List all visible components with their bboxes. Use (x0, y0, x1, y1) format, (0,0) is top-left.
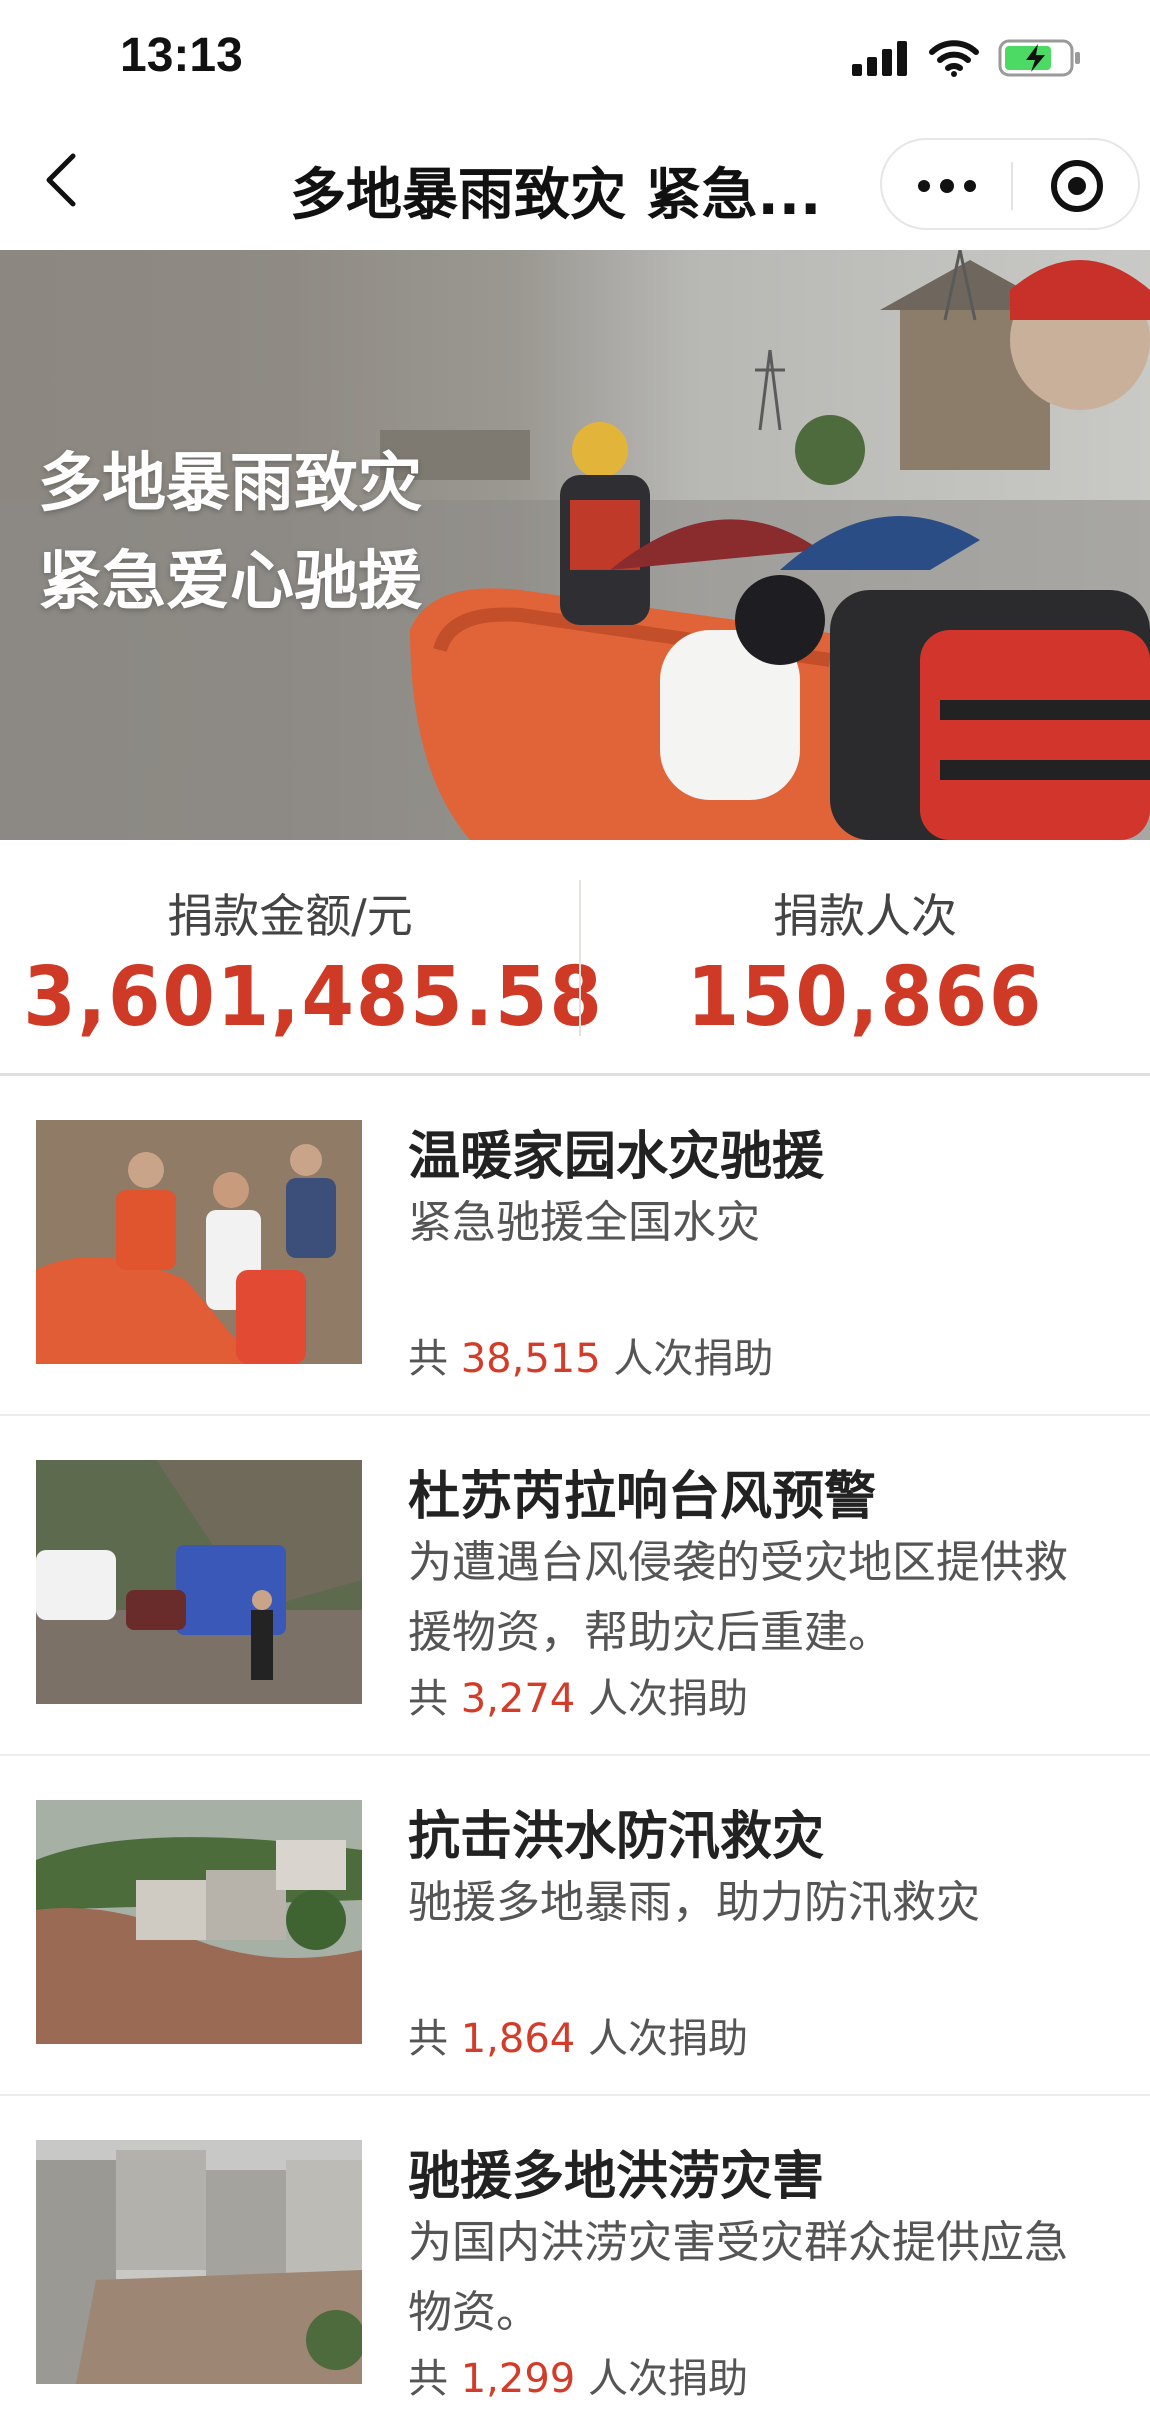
hero-text: 多地暴雨致灾 紧急爱心驰援 (38, 435, 422, 631)
list-item[interactable]: 抗击洪水防汛救灾 驰援多地暴雨，助力防汛救灾 共 1,864 人次捐助 (0, 1756, 1150, 2096)
page-title: 多地暴雨致灾 紧急... (290, 163, 822, 228)
count-suffix: 人次捐助 (587, 2356, 748, 2402)
project-title: 杜苏芮拉响台风预警 (408, 1467, 877, 1527)
donation-stats: 捐款金额/元 3,601,485.58 捐款人次 150,866 (0, 840, 1150, 1076)
project-thumbnail (36, 2140, 362, 2384)
battery-icon (998, 39, 1080, 77)
status-icons (850, 36, 1082, 80)
close-miniprogram-button[interactable] (1012, 140, 1142, 232)
count-prefix: 共 (408, 1336, 448, 1382)
status-bar: 13:13 (0, 0, 1150, 110)
project-description: 为国内洪涝灾害受灾群众提供应急物资。 (408, 2217, 1068, 2338)
hero-banner[interactable]: 多地暴雨致灾 紧急爱心驰援 (0, 250, 1150, 840)
stat-amount-label: 捐款金额/元 (167, 889, 413, 943)
count-prefix: 共 (408, 1676, 448, 1722)
signal-icon (852, 41, 907, 76)
hero-line-1: 多地暴雨致灾 (38, 447, 422, 521)
project-thumbnail (36, 1800, 362, 2044)
list-item[interactable]: 杜苏芮拉响台风预警 为遭遇台风侵袭的受灾地区提供救援物资，帮助灾后重建。 共 3… (0, 1416, 1150, 1756)
project-title: 温暖家园水灾驰援 (408, 1127, 825, 1187)
stat-donors-label: 捐款人次 (773, 889, 957, 943)
back-icon (46, 153, 76, 207)
project-donor-count: 共 3,274 人次捐助 (408, 1666, 748, 1724)
count-suffix: 人次捐助 (587, 1676, 748, 1722)
project-list: 温暖家园水灾驰援 紧急驰援全国水灾 共 38,515 人次捐助 杜苏芮拉响台风预… (0, 1076, 1150, 2420)
count-number: 1,864 (460, 2016, 576, 2062)
list-item[interactable]: 温暖家园水灾驰援 紧急驰援全国水灾 共 38,515 人次捐助 (0, 1076, 1150, 1416)
project-description: 为遭遇台风侵袭的受灾地区提供救援物资，帮助灾后重建。 (408, 1537, 1068, 1658)
count-number: 3,274 (460, 1676, 576, 1722)
count-suffix: 人次捐助 (587, 2016, 748, 2062)
project-donor-count: 共 1,299 人次捐助 (408, 2346, 748, 2404)
status-time: 13:13 (120, 29, 243, 82)
wifi-icon (929, 40, 979, 77)
project-donor-count: 共 38,515 人次捐助 (408, 1326, 773, 1384)
stat-donors-value: 150,866 (686, 950, 1044, 1045)
project-donor-count: 共 1,864 人次捐助 (408, 2006, 748, 2064)
count-number: 1,299 (460, 2356, 576, 2402)
stat-amount-value: 3,601,485.58 (23, 950, 604, 1045)
stat-amount: 捐款金额/元 3,601,485.58 (0, 880, 604, 1045)
project-title: 抗击洪水防汛救灾 (408, 1807, 825, 1867)
miniprogram-capsule (880, 138, 1140, 230)
more-icon (918, 179, 976, 193)
back-button[interactable] (30, 148, 90, 212)
count-prefix: 共 (408, 2356, 448, 2402)
target-icon (1051, 160, 1103, 212)
count-prefix: 共 (408, 2016, 448, 2062)
count-number: 38,515 (460, 1336, 601, 1382)
more-button[interactable] (882, 140, 1012, 232)
stat-donors: 捐款人次 150,866 (580, 880, 1150, 1045)
project-description: 驰援多地暴雨，助力防汛救灾 (408, 1877, 980, 1928)
project-description: 紧急驰援全国水灾 (408, 1197, 760, 1248)
nav-bar: 多地暴雨致灾 紧急... (0, 110, 1150, 250)
project-title: 驰援多地洪涝灾害 (408, 2147, 825, 2207)
hero-line-2: 紧急爱心驰援 (38, 545, 422, 619)
project-thumbnail (36, 1460, 362, 1704)
list-item[interactable]: 驰援多地洪涝灾害 为国内洪涝灾害受灾群众提供应急物资。 共 1,299 人次捐助 (0, 2096, 1150, 2420)
project-thumbnail (36, 1120, 362, 1364)
count-suffix: 人次捐助 (613, 1336, 774, 1382)
